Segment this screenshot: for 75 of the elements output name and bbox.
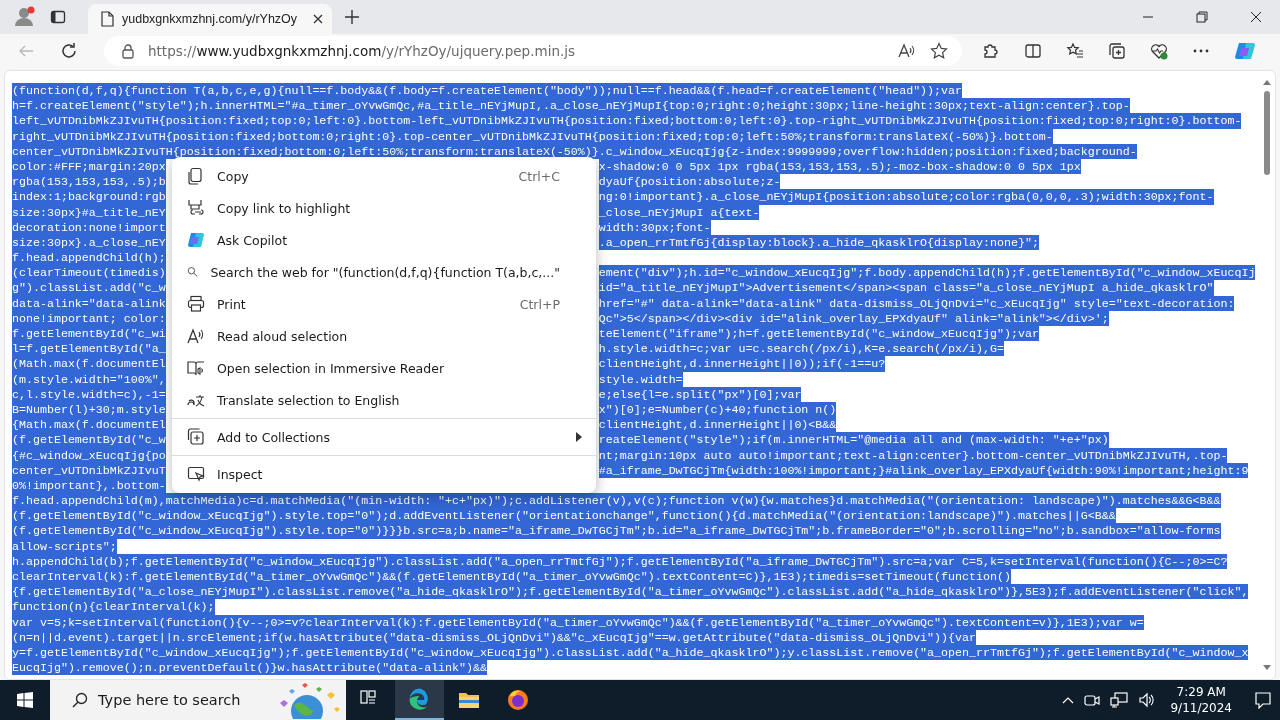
network-icon[interactable] bbox=[1110, 692, 1129, 708]
read-aloud-icon[interactable] bbox=[898, 43, 916, 59]
taskbar-search-field[interactable]: Type here to search bbox=[50, 680, 346, 720]
refresh-icon[interactable] bbox=[60, 42, 78, 60]
clock-time[interactable]: 7:29 AM bbox=[1176, 684, 1226, 700]
chevron-up-icon[interactable] bbox=[1062, 696, 1075, 704]
menu-item[interactable]: Read aloud selection bbox=[172, 320, 596, 352]
code-fragment: (Math.max(f.documentEl bbox=[12, 356, 166, 372]
tab-actions-icon[interactable] bbox=[50, 9, 66, 25]
code-fragment: h.style.width=c;var u=c.search(/px/i),K=e.search(/px/i),G= bbox=[598, 341, 1004, 357]
search-placeholder: Type here to search bbox=[98, 692, 242, 708]
code-fragment: l=f.getElementById("a_ bbox=[12, 341, 166, 357]
copy-icon bbox=[187, 167, 205, 185]
code-fragment: g").classList.add("c_w bbox=[12, 280, 166, 296]
windows-start-icon[interactable] bbox=[17, 692, 33, 708]
menu-item[interactable]: Search the web for "(function(d,f,q){function T(a,b,c,..." bbox=[172, 256, 596, 288]
code-fragment: clientHeight,d.innerHeight||0)<B&& bbox=[598, 417, 837, 433]
code-fragment: f.head.appendChild(h); bbox=[12, 250, 166, 266]
menu-item[interactable]: Copy Ctrl+C bbox=[172, 160, 596, 192]
restore-icon[interactable] bbox=[1196, 11, 1208, 23]
close-icon[interactable] bbox=[312, 13, 324, 25]
new-tab-icon[interactable] bbox=[344, 9, 360, 25]
code-fragment: {Math.max(f.documentEl bbox=[12, 417, 166, 433]
code-fragment: clientHeight,d.innerHeight||0));if(-1==u? bbox=[598, 356, 886, 372]
printer-icon bbox=[187, 295, 205, 313]
menu-item[interactable]: Translate selection to English bbox=[172, 384, 596, 416]
code-fragment: reateElement("style");if(m.innerHTML="@media all and (max-width: "+e+"px) bbox=[598, 432, 1109, 448]
code-fragment: dyaUf{position:absolute;z- bbox=[598, 174, 781, 190]
code-fragment: ng:0!important}.a_close_nEYjMupI{position:absolute;color:rgba(0,0,0,.3);width:30px;font- bbox=[598, 189, 1214, 205]
code-fragment: index:1;background:rgb bbox=[12, 189, 166, 205]
firefox-icon[interactable] bbox=[505, 688, 530, 712]
meet-camera-icon[interactable] bbox=[1084, 692, 1101, 708]
tab-title: yudbxgnkxmzhnj.com/y/rYhzOy bbox=[122, 12, 299, 26]
code-fragment: (clearTimeout(timedis) bbox=[12, 265, 166, 281]
immersive-reader-icon bbox=[187, 359, 205, 377]
menu-item[interactable]: Inspect bbox=[172, 458, 596, 490]
scrollbar-thumb[interactable] bbox=[1261, 91, 1273, 175]
code-fragment: f.getElementById("c_wi bbox=[12, 326, 166, 342]
code-fragment: teElement("iframe");h=f.getElementById("c_window_xEucqIjg");var bbox=[598, 326, 1039, 342]
clock-date[interactable]: 9/11/2024 bbox=[1170, 700, 1232, 716]
lock-icon[interactable] bbox=[122, 43, 134, 59]
inspect-icon bbox=[187, 465, 205, 483]
browser-tab[interactable]: yudbxgnkxmzhnj.com/y/rYhzOy bbox=[88, 4, 332, 34]
collections-icon[interactable] bbox=[1108, 42, 1126, 60]
search-icon bbox=[72, 692, 88, 708]
code-fragment: rgba(153,153,153,.5);b bbox=[12, 174, 166, 190]
code-fragment: (f.getElementById("c_w bbox=[12, 432, 166, 448]
close-icon[interactable] bbox=[1250, 11, 1262, 23]
notification-icon[interactable] bbox=[1254, 691, 1272, 709]
puzzle-icon[interactable] bbox=[982, 42, 1000, 60]
url-text: https://www.yudbxgnkxmzhnj.com/y/rYhzOy/ujquery.pep.min.js bbox=[148, 43, 576, 59]
star-icon[interactable] bbox=[930, 42, 948, 60]
code-fragment: e;else{l=e.split("px")[0];var bbox=[598, 386, 802, 402]
code-fragment: id="a_title_nEYjMupI">Advertisement</span><span class="a_close_nEYjMupI a_hide_qkasklrO" bbox=[598, 280, 1214, 296]
shortcut-text: Ctrl+C bbox=[518, 168, 560, 184]
code-fragment: .a_open_rrTmtfGj{display:block}.a_hide_qkasklrO{display:none}"; bbox=[598, 234, 1039, 251]
split-screen-icon[interactable] bbox=[1024, 42, 1042, 60]
menu-item[interactable]: Print Ctrl+P bbox=[172, 288, 596, 320]
page-icon bbox=[100, 11, 114, 27]
copilot-icon bbox=[187, 231, 205, 249]
menu-item[interactable]: Copy link to highlight bbox=[172, 192, 596, 224]
link-highlight-icon bbox=[187, 199, 205, 217]
shortcut-text: Ctrl+P bbox=[519, 296, 560, 312]
menu-item[interactable]: Open selection in Immersive Reader bbox=[172, 352, 596, 384]
read-aloud-icon bbox=[187, 327, 205, 345]
address-bar[interactable]: https://www.yudbxgnkxmzhnj.com/y/rYhzOy/ujquery.pep.min.js bbox=[104, 36, 962, 66]
favorites-icon[interactable] bbox=[1066, 42, 1084, 60]
copilot-icon[interactable] bbox=[1234, 40, 1256, 62]
profile-avatar-icon[interactable] bbox=[14, 6, 36, 28]
heart-pulse-icon[interactable] bbox=[1150, 42, 1168, 60]
menu-item[interactable]: Add to Collections bbox=[172, 421, 596, 453]
speaker-icon[interactable] bbox=[1138, 692, 1157, 708]
menu-item[interactable]: Ask Copilot bbox=[172, 224, 596, 256]
collections-icon bbox=[187, 428, 205, 446]
code-fragment: ement("div");h.id="c_window_xEucqIjg";f.body.appendChild(h);f.getElementById("c_window_xEucqIj bbox=[598, 265, 1256, 281]
